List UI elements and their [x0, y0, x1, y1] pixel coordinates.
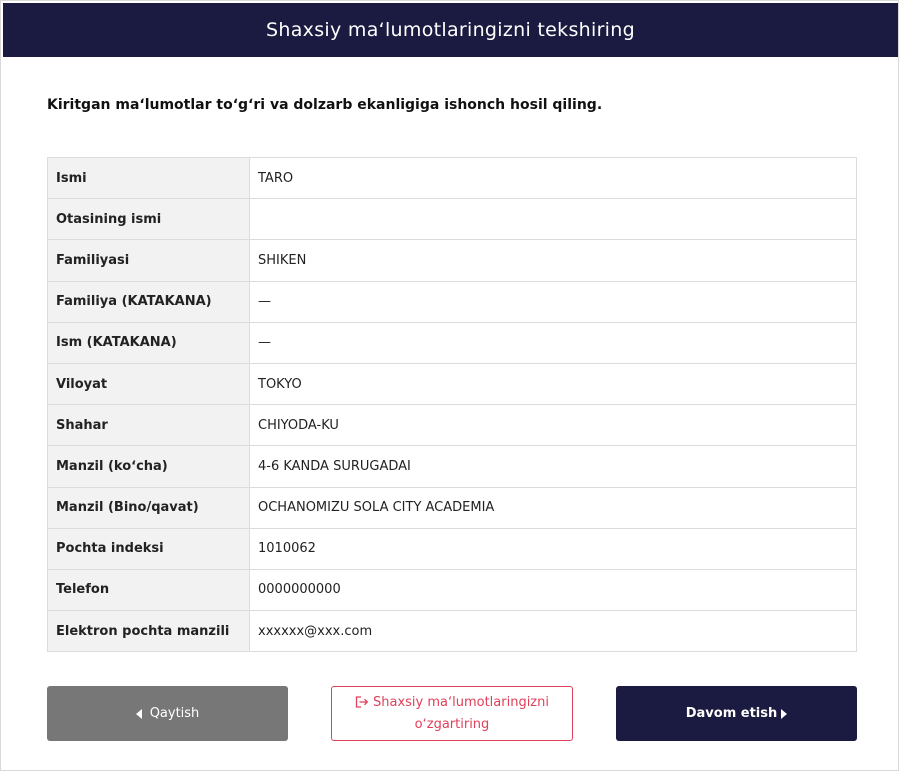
- row-value: TARO: [249, 156, 857, 200]
- row-label: Pochta indeksi: [47, 527, 250, 570]
- caret-left-icon: [135, 708, 142, 719]
- edit-button-line1-wrap: Shaxsiy maʻlumotlaringizni: [355, 692, 549, 714]
- row-label: Telefon: [47, 568, 250, 612]
- row-label: Shahar: [47, 404, 250, 447]
- row-value: 4-6 KANDA SURUGADAI: [249, 445, 857, 488]
- row-label: Ism (KATAKANA): [47, 321, 250, 364]
- row-value: [249, 198, 857, 241]
- edit-personal-info-button[interactable]: Shaxsiy maʻlumotlaringizni oʻzgartiring: [331, 686, 573, 741]
- personal-info-table: Ismi TARO Otasining ismi Familiyasi SHIK…: [47, 156, 857, 653]
- table-row: Telefon 0000000000: [47, 568, 857, 612]
- back-button-label: Qaytish: [149, 706, 200, 721]
- row-value: 0000000000: [249, 568, 857, 612]
- table-row: Familiya (KATAKANA) —: [47, 280, 857, 323]
- edit-button-label-line1: Shaxsiy maʻlumotlaringizni: [372, 694, 549, 710]
- caret-right-icon: [781, 708, 788, 719]
- table-row: Elektron pochta manzili xxxxxx@xxx.com: [47, 610, 857, 653]
- row-label: Ismi: [47, 156, 250, 200]
- page-header: Shaxsiy maʻlumotlaringizni tekshiring: [3, 3, 898, 57]
- table-row: Viloyat TOKYO: [47, 362, 857, 406]
- row-value: SHIKEN: [249, 239, 857, 282]
- table-row: Manzil (koʻcha) 4-6 KANDA SURUGADAI: [47, 445, 857, 488]
- row-label: Manzil (Bino/qavat): [47, 486, 250, 529]
- intro-text: Kiritgan maʻlumotlar toʻgʻri va dolzarb …: [47, 97, 603, 113]
- row-label: Familiyasi: [47, 239, 250, 282]
- table-row: Ism (KATAKANA) —: [47, 321, 857, 364]
- table-row: Ismi TARO: [47, 156, 857, 200]
- row-label: Otasining ismi: [47, 198, 250, 241]
- row-value: —: [249, 321, 857, 364]
- page-title: Shaxsiy maʻlumotlaringizni tekshiring: [266, 19, 635, 41]
- page-frame: Shaxsiy maʻlumotlaringizni tekshiring Ki…: [0, 0, 899, 771]
- table-row: Manzil (Bino/qavat) OCHANOMIZU SOLA CITY…: [47, 486, 857, 529]
- row-value: 1010062: [249, 527, 857, 570]
- edit-button-label-line2: oʻzgartiring: [414, 716, 490, 732]
- row-value: OCHANOMIZU SOLA CITY ACADEMIA: [249, 486, 857, 529]
- sign-out-icon: [355, 695, 369, 708]
- continue-button-label: Davom etish: [685, 706, 778, 721]
- table-row: Shahar CHIYODA-KU: [47, 404, 857, 447]
- row-value: TOKYO: [249, 362, 857, 406]
- table-row: Otasining ismi: [47, 198, 857, 241]
- row-label: Viloyat: [47, 362, 250, 406]
- table-row: Familiyasi SHIKEN: [47, 239, 857, 282]
- row-label: Manzil (koʻcha): [47, 445, 250, 488]
- row-label: Familiya (KATAKANA): [47, 280, 250, 323]
- table-row: Pochta indeksi 1010062: [47, 527, 857, 570]
- row-value: CHIYODA-KU: [249, 404, 857, 447]
- row-value: —: [249, 280, 857, 323]
- back-button[interactable]: Qaytish: [47, 686, 288, 741]
- row-label: Elektron pochta manzili: [47, 610, 250, 653]
- continue-button[interactable]: Davom etish: [616, 686, 857, 741]
- row-value: xxxxxx@xxx.com: [249, 610, 857, 653]
